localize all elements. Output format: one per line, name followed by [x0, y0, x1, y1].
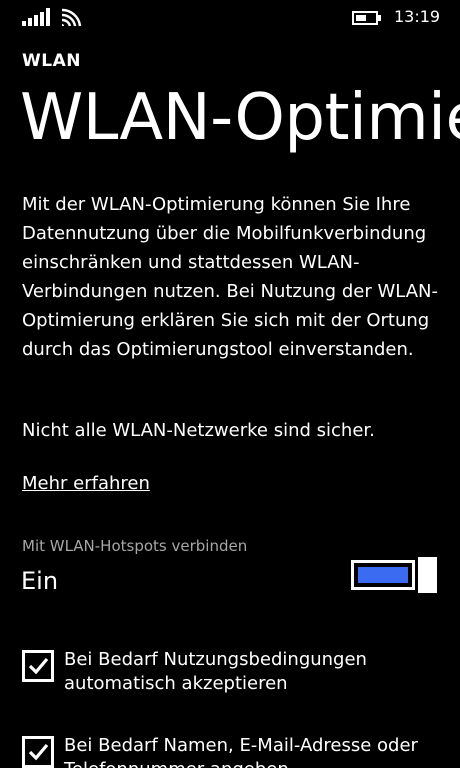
- toggle-track: [351, 560, 415, 590]
- hotspot-toggle-state: Ein: [21, 567, 59, 595]
- toggle-thumb[interactable]: [418, 557, 437, 593]
- clock: 13:19: [394, 7, 441, 26]
- checkmark-icon: [28, 657, 49, 675]
- accept-terms-checkbox[interactable]: [22, 650, 54, 682]
- description-text: Mit der WLAN-Optimierung können Sie Ihre…: [22, 194, 438, 360]
- signal-strength-icon: [22, 8, 52, 26]
- wifi-icon: [60, 7, 84, 27]
- provide-contact-label: Bei Bedarf Namen, E-Mail-Adresse oder Te…: [64, 735, 418, 768]
- hotspot-toggle-switch[interactable]: [350, 557, 438, 593]
- accept-terms-label: Bei Bedarf Nutzungsbedingungen automatis…: [64, 649, 367, 694]
- page-title: WLAN-Optimierung: [20, 81, 460, 155]
- checkmark-icon: [28, 743, 49, 761]
- accept-terms-checkbox-row[interactable]: Bei Bedarf Nutzungsbedingungen automatis…: [22, 648, 442, 700]
- security-warning-text: Nicht alle WLAN-Netzwerke sind sicher.: [22, 420, 375, 441]
- toggle-fill: [358, 567, 408, 583]
- wlan-settings-screen: 13:19 WLAN WLAN-Optimierung Mit der WLAN…: [0, 0, 460, 768]
- hotspot-toggle-label: Mit WLAN-Hotspots verbinden: [22, 537, 248, 555]
- battery-icon: [352, 10, 382, 25]
- learn-more-link[interactable]: Mehr erfahren: [22, 469, 150, 498]
- provide-contact-checkbox[interactable]: [22, 736, 54, 768]
- provide-contact-checkbox-row[interactable]: Bei Bedarf Namen, E-Mail-Adresse oder Te…: [22, 734, 442, 768]
- app-title: WLAN: [22, 51, 81, 71]
- status-bar: 13:19: [0, 0, 460, 34]
